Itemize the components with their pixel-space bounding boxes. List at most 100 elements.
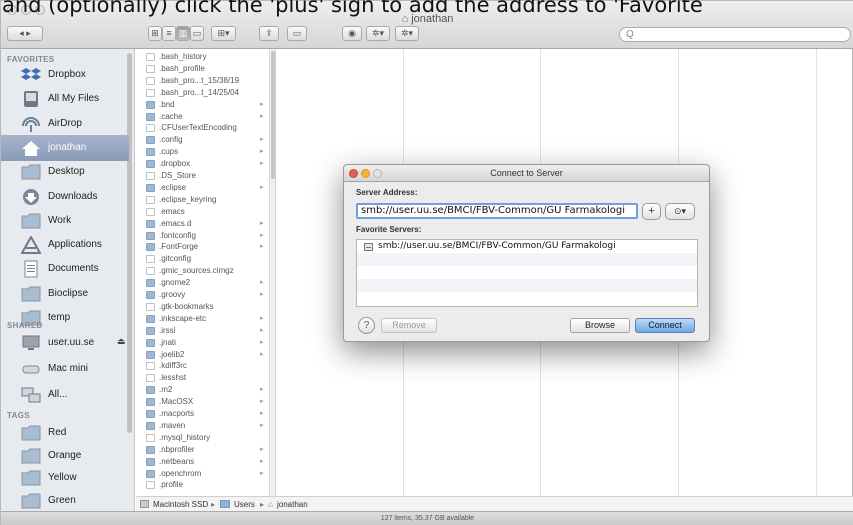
file-list-item[interactable]: .groovy ▸ [136, 290, 269, 301]
document-icon [146, 267, 155, 276]
disclosure-arrow-icon: ▸ [260, 445, 264, 453]
file-list-item[interactable]: .macports ▸ [136, 409, 269, 420]
tags-button[interactable]: ▭ [287, 26, 307, 41]
file-name: .bash_history [159, 52, 207, 61]
sidebar-item-user-uu-se[interactable]: user.uu.se ⏏ [1, 330, 129, 356]
path-home[interactable]: jonathan [277, 500, 308, 509]
file-name: .profile [159, 480, 184, 490]
file-list-item[interactable]: .m2 ▸ [136, 385, 269, 396]
file-list-item[interactable]: .kdiff3rc [136, 361, 269, 372]
file-list-item[interactable]: .profile [136, 480, 269, 491]
recent-servers-button[interactable]: ⊙▾ [665, 203, 695, 220]
sidebar-item-dropbox[interactable]: Dropbox [1, 62, 129, 88]
file-list-item[interactable]: .irssi ▸ [136, 326, 269, 337]
scroll-thumb[interactable] [271, 51, 275, 179]
file-list-item[interactable]: .netbeans ▸ [136, 457, 269, 468]
file-name: .emacs.d [159, 218, 192, 228]
file-list-item[interactable]: .gtk-bookmarks [136, 302, 269, 313]
file-list-item[interactable]: .maven ▸ [136, 421, 269, 432]
view-list-button[interactable]: ≡ [162, 26, 176, 41]
folder-icon [146, 421, 155, 430]
folder-icon [146, 386, 155, 395]
sidebar-item-documents[interactable]: Documents [1, 256, 129, 282]
sidebar-item-all-my-files[interactable]: All My Files [1, 86, 129, 112]
file-list-item[interactable]: .emacs [136, 207, 269, 218]
sidebar-item-green[interactable]: Green [1, 488, 129, 514]
file-list-item[interactable]: .cups ▸ [136, 147, 269, 158]
file-list-item[interactable]: .gmic_sources.cimgz [136, 266, 269, 277]
file-column-scrollbar[interactable] [270, 49, 276, 496]
share-button[interactable]: ⇪ [259, 26, 279, 41]
disclosure-arrow-icon: ▸ [260, 338, 264, 346]
file-list-item[interactable]: .openchrom ▸ [136, 468, 269, 480]
sidebar-item-jonathan[interactable]: jonathan [1, 134, 129, 161]
sidebar-item-mac-mini[interactable]: Mac mini [1, 356, 129, 382]
sidebar-item-work[interactable]: Work [1, 208, 129, 234]
file-list-item[interactable]: .mysql_history [136, 433, 269, 444]
remove-button[interactable]: Remove [381, 318, 437, 333]
sidebar-item-label: Work [48, 214, 72, 226]
action-button[interactable]: ✲▾ [366, 26, 390, 41]
file-list-item[interactable]: .config ▸ [136, 135, 269, 146]
file-list-item[interactable]: .lesshst [136, 373, 269, 384]
path-disk[interactable]: Macintosh SSD [153, 500, 208, 509]
file-list-item[interactable]: .eclipse_keyring [136, 195, 269, 206]
sidebar-item-label: Orange [48, 449, 82, 461]
document-icon [146, 481, 155, 490]
browse-button[interactable]: Browse [570, 318, 630, 333]
folder-icon [21, 163, 41, 181]
file-list-item[interactable]: .bash_pro...t_14/25/04 [136, 88, 269, 99]
file-list-item[interactable]: .MacOSX ▸ [136, 397, 269, 408]
sidebar-item-applications[interactable]: Applications [1, 232, 129, 258]
sidebar-item-downloads[interactable]: Downloads [1, 184, 129, 210]
add-favorite-button[interactable]: + [642, 203, 661, 220]
file-name: .openchrom [159, 468, 202, 478]
sidebar-item-desktop[interactable]: Desktop [1, 159, 129, 185]
file-list-item[interactable]: .gitconfig [136, 254, 269, 265]
empty-row [357, 253, 697, 266]
search-field[interactable]: Q [619, 27, 851, 42]
folder-icon [146, 112, 155, 121]
file-list-item[interactable]: .eclipse ▸ [136, 183, 269, 194]
file-list-item[interactable]: .DS_Store [136, 171, 269, 182]
file-list-item[interactable]: .bnd ▸ [136, 100, 269, 111]
file-list-item[interactable]: .bash_pro...t_15/38/19 [136, 76, 269, 87]
connect-button[interactable]: Connect [635, 318, 695, 333]
file-list-item[interactable]: .cache ▸ [136, 112, 269, 123]
eject-icon[interactable]: ⏏ [117, 336, 126, 347]
arrange-button[interactable]: ⊞▾ [211, 26, 236, 41]
view-coverflow-button[interactable]: ▭ [190, 26, 204, 41]
file-list-item[interactable]: .bash_profile [136, 64, 269, 75]
back-forward-button[interactable]: ◂ ▸ [7, 26, 43, 41]
view-icon-button[interactable]: ⊞ [148, 26, 162, 41]
file-list-item[interactable]: .dropbox ▸ [136, 159, 269, 170]
favorite-server-row[interactable]: smb://user.uu.se/BMCI/FBV-Common/GU Farm… [357, 240, 697, 253]
file-list-item[interactable]: .joelib2 ▸ [136, 350, 269, 361]
help-button[interactable]: ? [358, 317, 375, 334]
dialog-title-bar: Connect to Server [344, 165, 709, 182]
file-list-item[interactable]: .gnome2 ▸ [136, 278, 269, 289]
disclosure-arrow-icon: ▸ [260, 457, 264, 465]
file-list-item[interactable]: .jnati ▸ [136, 338, 269, 349]
server-address-input[interactable]: smb://user.uu.se/BMCI/FBV-Common/GU Farm… [356, 203, 638, 219]
file-list-item[interactable]: .fontconfig ▸ [136, 231, 269, 242]
sidebar-item-all[interactable]: All... [1, 382, 129, 408]
dropbox-menu-button[interactable]: ✲▾ [395, 26, 419, 41]
folder-icon [146, 231, 155, 240]
path-users[interactable]: Users [234, 500, 255, 509]
document-icon [146, 195, 155, 204]
sidebar-item-bioclipse[interactable]: Bioclipse [1, 281, 129, 307]
sidebar-item-airdrop[interactable]: AirDrop [1, 111, 129, 137]
quicklook-button[interactable]: ◉ [342, 26, 362, 41]
file-list-item[interactable]: .emacs.d ▸ [136, 218, 269, 230]
file-list-item[interactable]: .FontForge ▸ [136, 242, 269, 253]
disclosure-arrow-icon: ▸ [260, 183, 264, 191]
file-list-item[interactable]: .nbprofiler ▸ [136, 445, 269, 456]
file-name: .CFUserTextEncoding [159, 123, 237, 133]
network-icon [21, 386, 41, 404]
file-list-item[interactable]: .bash_history [136, 52, 269, 63]
disclosure-arrow-icon: ▸ [260, 326, 264, 334]
file-list-item[interactable]: .CFUserTextEncoding [136, 123, 269, 134]
view-column-button[interactable]: ▥ [176, 26, 190, 41]
file-list-item[interactable]: .inkscape-etc ▸ [136, 314, 269, 325]
